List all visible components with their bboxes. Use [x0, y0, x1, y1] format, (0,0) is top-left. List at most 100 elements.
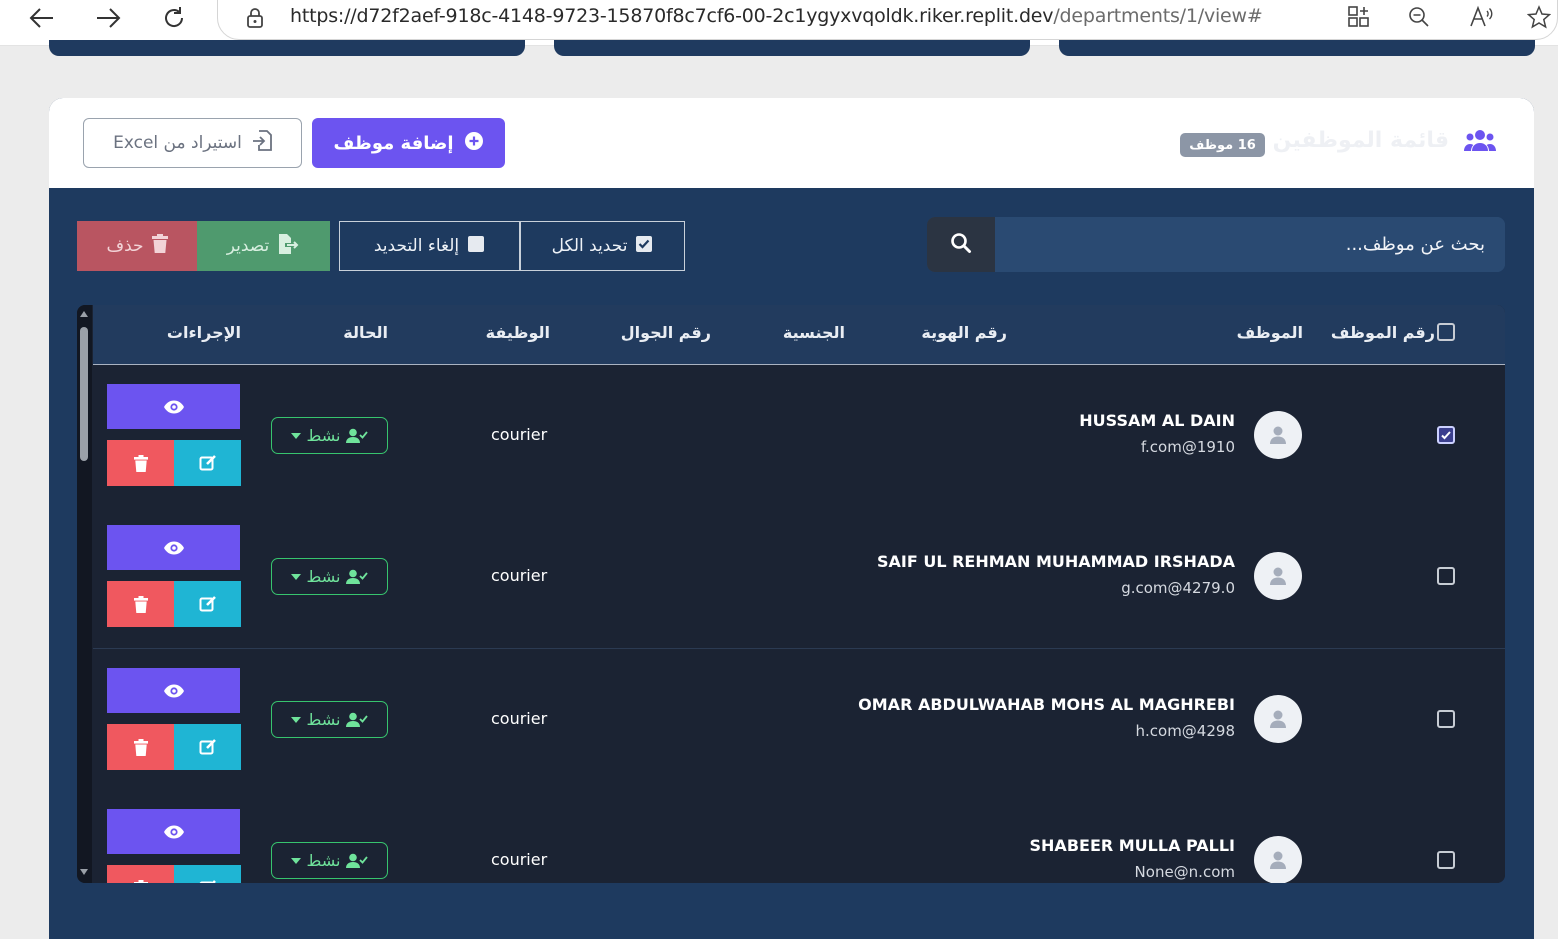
employee-name[interactable]: SHABEER MULLA PALLI	[1030, 836, 1235, 855]
trash-icon	[133, 595, 148, 613]
deselect-label: إلغاء التحديد	[373, 236, 460, 256]
status-dropdown[interactable]: نشط	[271, 842, 388, 879]
add-employee-button[interactable]: إضافة موظف	[312, 118, 505, 168]
search-icon	[950, 232, 972, 258]
add-employee-label: إضافة موظف	[333, 132, 454, 154]
import-excel-button[interactable]: استيراد من Excel	[83, 118, 302, 168]
scroll-thumb[interactable]	[80, 327, 88, 461]
caret-down-icon	[290, 573, 301, 580]
header-id-no: رقم الهوية	[921, 323, 1007, 342]
job-cell: courier	[491, 425, 548, 444]
header-mobile: رقم الجوال	[620, 323, 711, 342]
user-check-icon	[346, 712, 369, 727]
select-all-checkbox[interactable]	[1437, 323, 1455, 341]
refresh-icon[interactable]	[158, 4, 190, 32]
employee-name[interactable]: HUSSAM AL DAIN	[1079, 411, 1235, 430]
lock-icon[interactable]	[242, 5, 268, 31]
apps-grid-icon[interactable]	[1346, 4, 1372, 30]
select-all-button[interactable]: تحديد الكل	[520, 221, 685, 271]
panel-header: قائمة الموظفين 16 موظف إضافة موظف استيرا…	[49, 98, 1534, 188]
favorite-star-icon[interactable]	[1526, 4, 1552, 30]
eye-icon	[163, 400, 184, 413]
employee-email: f.com@1910	[1140, 438, 1235, 456]
row-checkbox[interactable]	[1437, 426, 1455, 444]
user-icon	[1270, 710, 1286, 728]
eye-icon	[163, 541, 184, 554]
edit-button[interactable]	[174, 865, 241, 883]
view-button[interactable]	[107, 384, 240, 429]
panel-title: قائمة الموظفين	[1272, 128, 1449, 153]
select-all-label: تحديد الكل	[551, 236, 628, 256]
user-check-icon	[346, 569, 369, 584]
avatar	[1254, 695, 1302, 743]
job-cell: courier	[491, 850, 548, 869]
table-row: HUSSAM AL DAIN f.com@1910 courier نشط	[93, 365, 1505, 507]
import-excel-label: استيراد من Excel	[113, 133, 242, 153]
employee-email: h.com@4298	[1135, 722, 1236, 740]
url-path: /departments/1/view#	[1053, 5, 1263, 27]
job-cell: courier	[491, 709, 548, 728]
employee-name[interactable]: SAIF UL REHMAN MUHAMMAD IRSHADA	[877, 552, 1235, 571]
eye-icon	[163, 684, 184, 697]
delete-row-button[interactable]	[107, 865, 174, 883]
export-button[interactable]: تصدير	[196, 221, 330, 271]
delete-row-button[interactable]	[107, 581, 174, 627]
employee-name[interactable]: OMAR ABDULWAHAB MOHS AL MAGHREBI	[858, 695, 1235, 714]
deselect-button[interactable]: إلغاء التحديد	[339, 221, 520, 271]
employee-cell: HUSSAM AL DAIN f.com@1910	[735, 365, 1235, 507]
export-label: تصدير	[226, 236, 270, 256]
edit-button[interactable]	[174, 440, 241, 486]
eye-icon	[163, 825, 184, 838]
search-input[interactable]	[995, 217, 1505, 272]
edit-button[interactable]	[174, 724, 241, 770]
scroll-up-arrow[interactable]	[80, 311, 88, 317]
edit-icon	[199, 739, 216, 755]
back-arrow-icon[interactable]	[26, 4, 58, 32]
view-button[interactable]	[107, 809, 240, 854]
table-row: OMAR ABDULWAHAB MOHS AL MAGHREBI h.com@4…	[93, 648, 1505, 790]
status-label: نشط	[306, 567, 341, 586]
employee-email: None@n.com	[1134, 863, 1235, 881]
header-employee: الموظف	[1236, 323, 1303, 342]
bulk-delete-button[interactable]: حذف	[77, 221, 197, 271]
address-bar[interactable]: https://d72f2aef-918c-4148-9723-15870f8c…	[217, 0, 1558, 40]
status-dropdown[interactable]: نشط	[271, 417, 388, 454]
header-nationality: الجنسية	[782, 323, 845, 342]
url-text[interactable]: https://d72f2aef-918c-4148-9723-15870f8c…	[290, 5, 1263, 27]
edit-button[interactable]	[174, 581, 241, 627]
delete-row-button[interactable]	[107, 440, 174, 486]
user-icon	[1270, 851, 1286, 869]
status-label: نشط	[306, 851, 341, 870]
status-dropdown[interactable]: نشط	[271, 701, 388, 738]
delete-row-button[interactable]	[107, 724, 174, 770]
view-button[interactable]	[107, 668, 240, 713]
status-dropdown[interactable]: نشط	[271, 558, 388, 595]
read-aloud-icon[interactable]	[1468, 4, 1494, 30]
scroll-down-arrow[interactable]	[80, 869, 88, 875]
header-actions: الإجراءات	[166, 323, 241, 342]
table-scrollbar[interactable]	[77, 305, 92, 883]
file-import-icon	[252, 129, 272, 157]
avatar	[1254, 836, 1302, 883]
trash-icon	[133, 738, 148, 756]
row-checkbox[interactable]	[1437, 567, 1455, 585]
forward-arrow-icon[interactable]	[92, 4, 124, 32]
employee-count-badge: 16 موظف	[1180, 133, 1265, 157]
file-export-icon	[277, 233, 299, 260]
row-checkbox[interactable]	[1437, 710, 1455, 728]
avatar	[1254, 552, 1302, 600]
search-button[interactable]	[927, 217, 995, 272]
stat-card-edge	[1059, 40, 1535, 56]
users-icon	[1464, 127, 1496, 155]
caret-down-icon	[290, 716, 301, 723]
table-row: SHABEER MULLA PALLI None@n.com courier ن…	[93, 790, 1505, 883]
zoom-out-icon[interactable]	[1406, 4, 1432, 30]
stat-card-edge	[49, 40, 525, 56]
employees-table: رقم الموظف الموظف رقم الهوية الجنسية رقم…	[77, 305, 1505, 883]
plus-circle-icon	[464, 131, 484, 156]
view-button[interactable]	[107, 525, 240, 570]
row-checkbox[interactable]	[1437, 851, 1455, 869]
job-cell: courier	[491, 566, 548, 585]
status-label: نشط	[306, 426, 341, 445]
user-check-icon	[346, 428, 369, 443]
